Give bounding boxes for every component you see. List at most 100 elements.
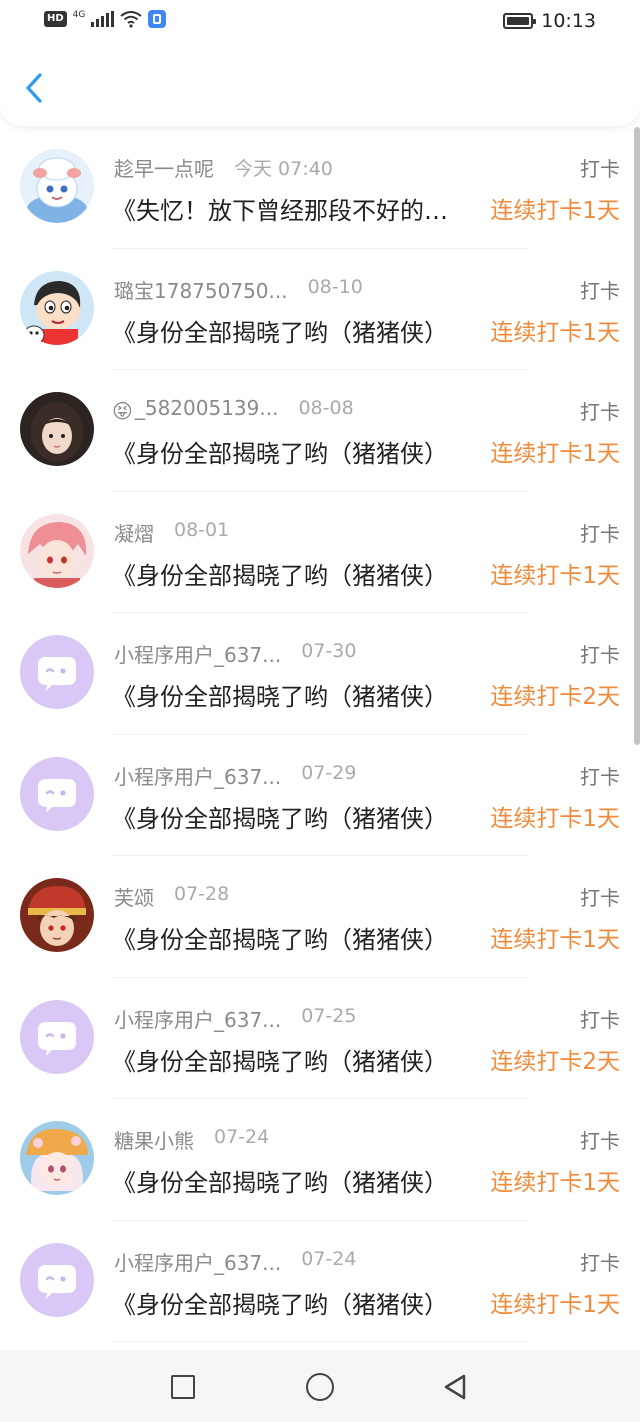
list-item[interactable]: 芙颂 07-28 打卡 《身份全部揭晓了哟（猪猪侠） 连续打卡1天 bbox=[0, 856, 640, 978]
list-item[interactable]: 😝 _582005139... 08-08 打卡 《身份全部揭晓了哟（猪猪侠） 连… bbox=[0, 370, 640, 492]
clock: 10:13 bbox=[541, 10, 596, 32]
username-text: 小程序用户_637... bbox=[114, 1250, 282, 1275]
record-type: 打卡 bbox=[580, 400, 620, 424]
streak-badge: 连续打卡1天 bbox=[490, 562, 620, 589]
default-avatar-icon bbox=[20, 635, 94, 709]
username-text: 小程序用户_637... bbox=[114, 1007, 282, 1032]
username-text: 凝熠 bbox=[114, 521, 154, 546]
status-left: HD 4G bbox=[44, 10, 167, 28]
streak-badge: 连续打卡1天 bbox=[490, 319, 620, 346]
username-text: 璐宝178750750... bbox=[114, 278, 288, 303]
pink-hair-avatar-image bbox=[20, 513, 94, 588]
streak-badge: 连续打卡1天 bbox=[490, 198, 620, 224]
list-item[interactable]: 凝熠 08-01 打卡 《身份全部揭晓了哟（猪猪侠） 连续打卡1天 bbox=[0, 492, 640, 614]
username-text: 芙颂 bbox=[114, 886, 154, 910]
avatar[interactable] bbox=[20, 149, 94, 223]
streak-badge: 连续打卡1天 bbox=[490, 1170, 620, 1196]
timestamp: 07-29 bbox=[301, 761, 357, 784]
record-title[interactable]: 《失忆！放下曾经那段不好的回忆 bbox=[112, 191, 464, 226]
username[interactable]: 趁早一点呢 bbox=[112, 153, 214, 182]
streak-badge: 连续打卡1天 bbox=[490, 805, 620, 832]
username[interactable]: 凝熠 bbox=[112, 518, 154, 547]
streak-badge: 连续打卡2天 bbox=[490, 684, 620, 710]
list-item[interactable]: 趁早一点呢 今天 07:40 打卡 《失忆！放下曾经那段不好的回忆 连续打卡1天 bbox=[0, 127, 640, 249]
record-title[interactable]: 《身份全部揭晓了哟（猪猪侠） bbox=[112, 920, 448, 955]
username[interactable]: 小程序用户_637... bbox=[112, 761, 281, 790]
list-item[interactable]: 小程序用户_637... 07-25 打卡 《身份全部揭晓了哟（猪猪侠） 连续打… bbox=[0, 978, 640, 1100]
avatar[interactable] bbox=[20, 392, 94, 466]
avatar[interactable] bbox=[20, 1242, 94, 1317]
scrollbar[interactable] bbox=[634, 127, 640, 745]
list-item[interactable]: 糖果小熊 07-24 打卡 《身份全部揭晓了哟（猪猪侠） 连续打卡1天 bbox=[0, 1099, 640, 1221]
crayon-boy-avatar-image bbox=[20, 270, 94, 345]
list-item[interactable]: 小程序用户_637... 07-30 打卡 《身份全部揭晓了哟（猪猪侠） 连续打… bbox=[0, 613, 640, 735]
username[interactable]: 璐宝178750750... bbox=[112, 275, 288, 304]
record-title[interactable]: 《身份全部揭晓了哟（猪猪侠） bbox=[112, 1285, 448, 1320]
home-icon[interactable] bbox=[306, 1373, 334, 1401]
status-bar: HD 4G 10:13 bbox=[0, 0, 640, 44]
record-type: 打卡 bbox=[580, 886, 620, 910]
username[interactable]: 小程序用户_637... bbox=[112, 639, 281, 668]
recent-apps-icon[interactable] bbox=[171, 1375, 195, 1399]
record-type: 打卡 bbox=[580, 764, 620, 789]
red-hat-avatar-image bbox=[20, 878, 94, 952]
chevron-left-icon[interactable] bbox=[18, 68, 50, 108]
sheep-avatar-image bbox=[20, 149, 94, 223]
avatar[interactable] bbox=[20, 635, 94, 709]
timestamp: 07-28 bbox=[174, 883, 230, 905]
back-icon[interactable] bbox=[440, 1372, 470, 1402]
nav-header bbox=[0, 44, 640, 126]
squinting-tongue-emoji-icon: 😝 bbox=[112, 399, 133, 423]
signal-icon bbox=[91, 11, 115, 27]
hd-badge: HD bbox=[44, 11, 67, 27]
username-text: 糖果小熊 bbox=[114, 1129, 194, 1153]
record-title[interactable]: 《身份全部揭晓了哟（猪猪侠） bbox=[112, 799, 448, 834]
avatar[interactable] bbox=[20, 270, 94, 345]
timestamp: 08-08 bbox=[298, 397, 354, 419]
record-title[interactable]: 《身份全部揭晓了哟（猪猪侠） bbox=[112, 556, 448, 591]
username[interactable]: 芙颂 bbox=[112, 882, 154, 911]
timestamp: 08-01 bbox=[174, 518, 230, 541]
timestamp: 07-24 bbox=[214, 1126, 270, 1148]
girl-photo-avatar-image bbox=[20, 392, 94, 466]
default-avatar-icon bbox=[20, 1242, 94, 1317]
username[interactable]: 小程序用户_637... bbox=[112, 1004, 281, 1033]
username-text: 趁早一点呢 bbox=[114, 157, 214, 181]
list-item[interactable]: 小程序用户_637... 07-24 打卡 《身份全部揭晓了哟（猪猪侠） 连续打… bbox=[0, 1221, 640, 1343]
username-text: 小程序用户_637... bbox=[114, 764, 282, 789]
record-title[interactable]: 《身份全部揭晓了哟（猪猪侠） bbox=[112, 1163, 448, 1198]
username[interactable]: 😝 _582005139... bbox=[112, 396, 278, 423]
avatar[interactable] bbox=[20, 878, 94, 952]
record-type: 打卡 bbox=[580, 1129, 620, 1153]
list-item[interactable]: 璐宝178750750... 08-10 打卡 《身份全部揭晓了哟（猪猪侠） 连… bbox=[0, 249, 640, 371]
wifi-icon bbox=[120, 11, 142, 28]
username[interactable]: 糖果小熊 bbox=[112, 1125, 194, 1154]
record-type: 打卡 bbox=[580, 1250, 620, 1275]
record-type: 打卡 bbox=[580, 643, 620, 667]
streak-badge: 连续打卡2天 bbox=[490, 1048, 620, 1075]
timestamp: 07-24 bbox=[301, 1247, 357, 1270]
username-text: _582005139... bbox=[134, 396, 279, 420]
avatar[interactable] bbox=[20, 1121, 94, 1195]
checkin-list: 趁早一点呢 今天 07:40 打卡 《失忆！放下曾经那段不好的回忆 连续打卡1天 bbox=[0, 127, 640, 1349]
record-title[interactable]: 《身份全部揭晓了哟（猪猪侠） bbox=[112, 1042, 448, 1077]
timestamp: 今天 07:40 bbox=[234, 158, 333, 180]
timestamp: 07-30 bbox=[301, 640, 357, 662]
avatar[interactable] bbox=[20, 999, 94, 1074]
record-type: 打卡 bbox=[580, 1007, 620, 1032]
avatar[interactable] bbox=[20, 513, 94, 588]
system-nav-bar bbox=[0, 1350, 640, 1422]
record-title[interactable]: 《身份全部揭晓了哟（猪猪侠） bbox=[112, 434, 448, 469]
streak-badge: 连续打卡1天 bbox=[490, 441, 620, 467]
list-item[interactable]: 小程序用户_637... 07-29 打卡 《身份全部揭晓了哟（猪猪侠） 连续打… bbox=[0, 735, 640, 857]
record-title[interactable]: 《身份全部揭晓了哟（猪猪侠） bbox=[112, 677, 448, 712]
record-title[interactable]: 《身份全部揭晓了哟（猪猪侠） bbox=[112, 313, 448, 348]
avatar[interactable] bbox=[20, 756, 94, 831]
flower-hat-avatar-image bbox=[20, 1121, 94, 1195]
app-notification-icon bbox=[148, 10, 167, 28]
default-avatar-icon bbox=[20, 999, 94, 1074]
username[interactable]: 小程序用户_637... bbox=[112, 1247, 281, 1276]
streak-badge: 连续打卡1天 bbox=[490, 1291, 620, 1318]
record-type: 打卡 bbox=[580, 278, 620, 303]
streak-badge: 连续打卡1天 bbox=[490, 927, 620, 953]
